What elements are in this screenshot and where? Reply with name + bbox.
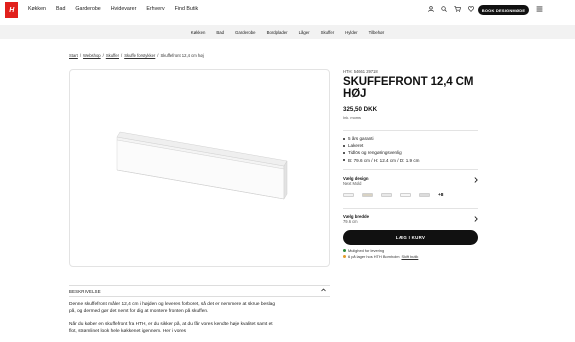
header-icons (428, 6, 474, 12)
breadcrumb-separator: / (121, 53, 123, 58)
product-sku: HTH: 54661 29718 (343, 69, 378, 74)
product-info-panel: HTH: 54661 29718 SKUFFEFRONT 12,4 CM HØJ… (343, 69, 478, 260)
chevron-right-icon[interactable] (474, 177, 478, 185)
cart-icon[interactable] (454, 6, 461, 12)
product-title: SKUFFEFRONT 12,4 CM HØJ (343, 76, 474, 100)
nav-item-bad[interactable]: Bad (56, 6, 65, 12)
feature-item: Tidlös og rengøringsvenlig (343, 149, 478, 156)
change-store-link[interactable]: Skift butik (401, 254, 418, 260)
breadcrumb-separator: / (79, 53, 82, 58)
subnav-item-lager[interactable]: Låger (299, 30, 310, 35)
swatch-option[interactable] (400, 193, 411, 198)
width-value: 79.6 cm (343, 218, 358, 224)
subnav-item-garderobe[interactable]: Garderobe (235, 30, 256, 35)
swatch-option[interactable] (419, 193, 430, 198)
feature-item: 5 års garanti (343, 135, 478, 142)
breadcrumb: Start / Webshop / Skuffer / Skuffe forst… (69, 53, 204, 58)
subnav-item-bad[interactable]: Bad (216, 30, 224, 35)
design-selector[interactable]: Vælg design Next Mold +8 (343, 176, 478, 205)
nav-item-garderobe[interactable]: Garderobe (75, 6, 100, 12)
breadcrumb-separator: / (102, 53, 104, 58)
breadcrumb-skuffer[interactable]: Skuffer (106, 53, 119, 58)
description-body: Denne skuffefront måler 12,4 cm i højden… (69, 302, 279, 342)
feature-item: B: 79.6 cm / H: 12.4 cm / D: 1.9 cm (343, 157, 478, 164)
swatch-option[interactable] (343, 193, 354, 198)
design-swatches: +8 (343, 193, 478, 198)
nav-item-find-butik[interactable]: Find Butik (175, 6, 199, 12)
breadcrumb-start[interactable]: Start (69, 53, 78, 58)
more-swatches[interactable]: +8 (438, 193, 443, 198)
subnav-item-bordplader[interactable]: Bordplader (267, 30, 288, 35)
feature-item: Lakeret (343, 142, 478, 149)
product-image-frame[interactable] (69, 69, 330, 267)
nav-item-erhverv[interactable]: Erhverv (146, 6, 164, 12)
description-paragraph: Når du køber en skuffefront fra HTH, er … (69, 321, 273, 334)
status-dot (343, 249, 346, 253)
product-price: 325,50 DKK (343, 106, 378, 113)
heart-icon[interactable] (468, 6, 474, 12)
breadcrumb-skuffe-forstykker[interactable]: Skuffe forstykker (124, 53, 155, 58)
subnav-item-kokken[interactable]: Køkken (191, 30, 206, 35)
status-dot (343, 255, 346, 259)
nav-item-hvidevarer[interactable]: Hvidevarer (111, 6, 137, 12)
chevron-right-icon[interactable] (474, 216, 478, 224)
vat-note: Ink. moms (343, 115, 361, 120)
divider (343, 130, 478, 131)
divider (343, 207, 478, 209)
design-value: Next Mold (343, 180, 362, 186)
breadcrumb-current: Skuffefront 12,4 cm høj (160, 53, 204, 58)
book-designmode-button[interactable]: BOOK DESIGNMØDE (478, 5, 529, 15)
subnav-item-skuffer[interactable]: Skuffer (321, 30, 335, 35)
category-subnav: Køkken Bad Garderobe Bordplader Låger Sk… (0, 25, 575, 39)
swatch-option[interactable] (362, 193, 373, 198)
swatch-option[interactable] (381, 193, 392, 198)
breadcrumb-webshop[interactable]: Webshop (83, 53, 101, 58)
width-selector[interactable]: Vælg bredde 79.6 cm (343, 214, 478, 228)
stock-status: 6 på lager hos HTH Bornholm Skift butik (343, 254, 478, 260)
description-paragraph: Denne skuffefront måler 12,4 cm i højden… (69, 302, 276, 314)
subnav-item-hylder[interactable]: Hylder (345, 30, 357, 35)
menu-icon[interactable] (536, 6, 543, 14)
top-header: H Køkken Bad Garderobe Hvidevarer Erhver… (0, 0, 575, 23)
search-icon[interactable] (441, 6, 447, 12)
subnav-item-tilbehor[interactable]: Tilbehør (369, 30, 385, 35)
chevron-up-icon[interactable] (321, 288, 326, 294)
breadcrumb-separator: / (157, 53, 159, 58)
feature-list: 5 års garanti Lakeret Tidlös og rengørin… (343, 135, 478, 164)
stock-text: 6 på lager hos HTH Bornholm (348, 253, 400, 259)
add-to-cart-button[interactable]: LÆG I KURV (343, 229, 478, 245)
divider (343, 168, 478, 170)
hth-logo[interactable]: H (5, 2, 18, 18)
description-heading: BESKRIVELSE (69, 288, 101, 294)
description-accordion-header[interactable]: BESKRIVELSE (69, 285, 330, 297)
logo-text: H (9, 6, 14, 14)
main-nav: Køkken Bad Garderobe Hvidevarer Erhverv … (28, 6, 198, 12)
user-icon[interactable] (428, 6, 434, 12)
nav-item-kokken[interactable]: Køkken (28, 6, 46, 12)
drawer-front-image (116, 131, 288, 200)
